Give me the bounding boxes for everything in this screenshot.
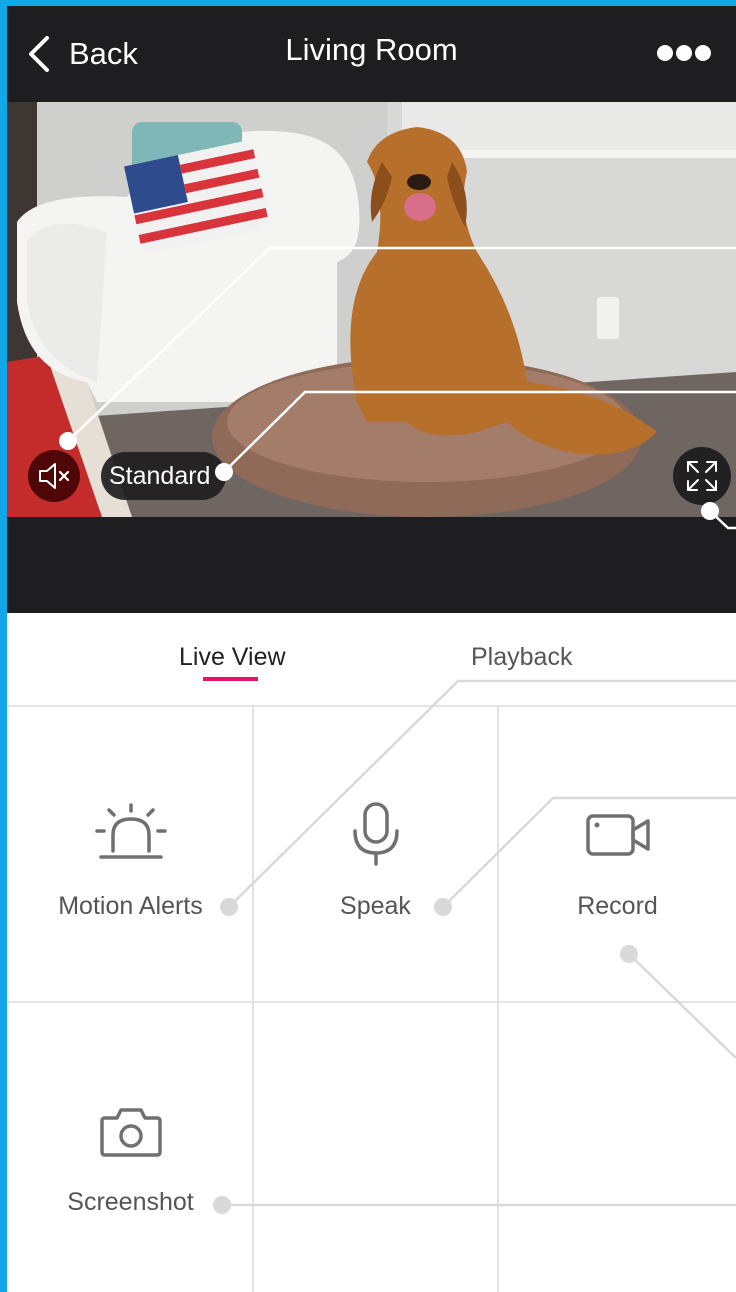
active-tab-indicator bbox=[203, 677, 258, 681]
more-options-icon[interactable] bbox=[656, 42, 712, 64]
tab-playback[interactable]: Playback bbox=[471, 643, 572, 672]
camera-icon bbox=[99, 1108, 162, 1157]
speak-label: Speak bbox=[340, 892, 411, 920]
mute-audio-button[interactable] bbox=[28, 450, 80, 502]
screenshot-button[interactable]: Screenshot bbox=[9, 1003, 252, 1292]
frame-border-left bbox=[0, 0, 7, 1292]
top-navigation-bar: Back Living Room bbox=[7, 6, 736, 102]
video-camera-icon bbox=[585, 814, 650, 856]
motion-alerts-label: Motion Alerts bbox=[58, 892, 203, 920]
fullscreen-button[interactable] bbox=[673, 447, 731, 505]
empty-grid-cell bbox=[499, 1003, 736, 1292]
chevron-left-icon bbox=[29, 36, 49, 72]
back-button[interactable]: Back bbox=[25, 32, 138, 76]
back-label: Back bbox=[69, 36, 138, 71]
motion-alerts-button[interactable]: Motion Alerts bbox=[9, 707, 252, 1001]
speak-button[interactable]: Speak bbox=[254, 707, 497, 1001]
expand-icon bbox=[687, 461, 717, 491]
video-quality-button[interactable]: Standard bbox=[101, 452, 227, 500]
view-tabs: Live View Playback bbox=[7, 613, 736, 705]
speaker-muted-icon bbox=[39, 463, 70, 489]
frame-border-top bbox=[0, 0, 736, 6]
tab-live-view[interactable]: Live View bbox=[179, 643, 286, 672]
siren-icon bbox=[94, 803, 167, 859]
record-button[interactable]: Record bbox=[499, 707, 736, 1001]
screenshot-label: Screenshot bbox=[67, 1188, 194, 1216]
microphone-icon bbox=[352, 802, 399, 866]
empty-grid-cell bbox=[254, 1003, 497, 1292]
video-letterbox-bar bbox=[7, 517, 736, 613]
record-label: Record bbox=[577, 892, 658, 920]
